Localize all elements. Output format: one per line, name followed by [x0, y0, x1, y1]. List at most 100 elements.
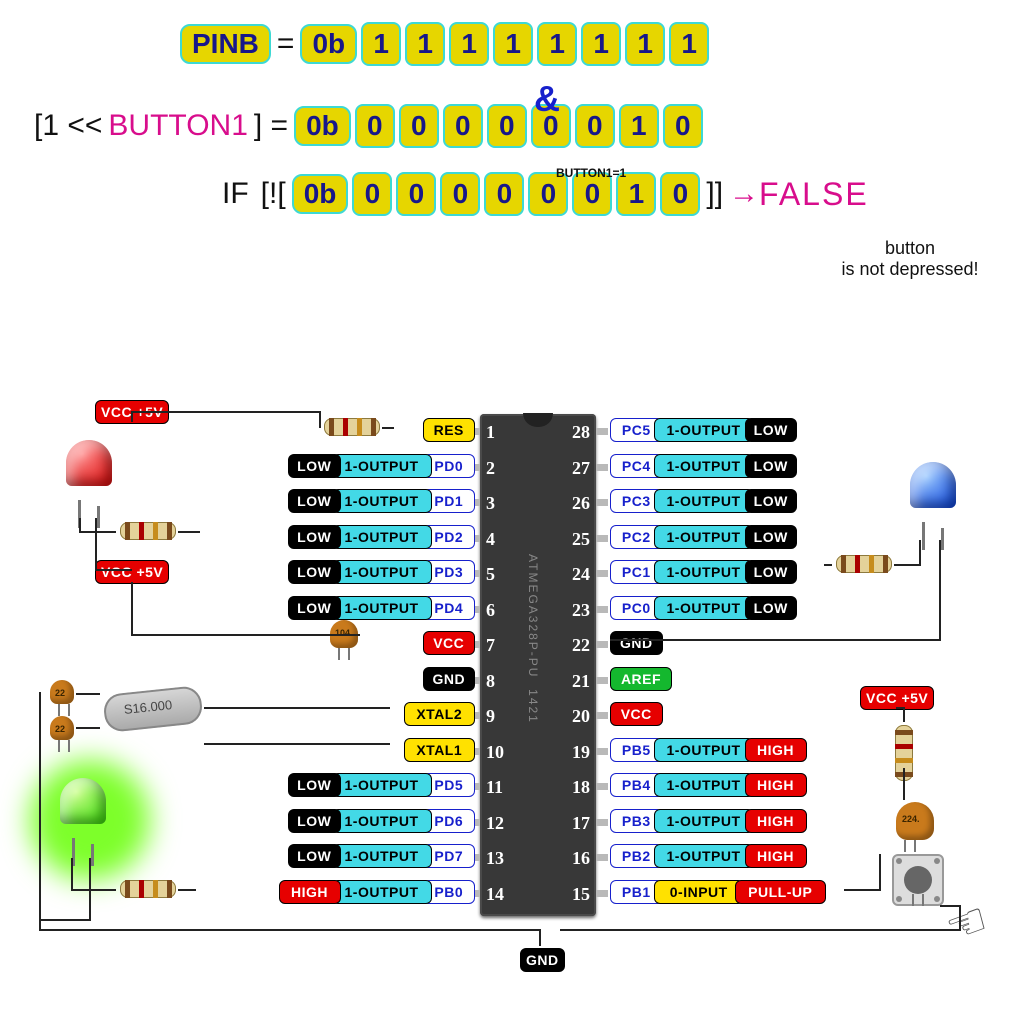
pin2-tag-1-output: 1-OUTPUT: [332, 454, 432, 478]
vcc-rail-top-left: VCC +5V: [95, 400, 169, 424]
led-red: [66, 440, 112, 510]
pin15-tag-pull-up: PULL-UP: [735, 880, 826, 904]
pin18-tag-1-output: 1-OUTPUT: [654, 773, 754, 797]
prefix-0b: 0b: [300, 24, 357, 64]
resistor-blue-led: [836, 555, 892, 573]
bit-cell: 1: [669, 22, 709, 66]
pin24-tag-1-output: 1-OUTPUT: [654, 560, 754, 584]
hand-pointer-icon: ☜: [938, 891, 995, 956]
resistor-reset: [324, 418, 380, 436]
pin21-tag-aref: AREF: [610, 667, 672, 691]
bit-cell: 0: [487, 104, 527, 148]
bit-cell: 0: [399, 104, 439, 148]
pin4-tag-low: LOW: [288, 525, 341, 549]
resistor-green-led: [120, 880, 176, 898]
result-caption: buttonis not depressed!: [820, 238, 1000, 280]
if-close-brackets: ]]: [700, 177, 729, 211]
ic-atmega328p: ATMEGA328P-PU 1421 128227326425524623722…: [480, 414, 596, 916]
pin13-tag-1-output: 1-OUTPUT: [332, 844, 432, 868]
pin12-tag-1-output: 1-OUTPUT: [332, 809, 432, 833]
equals-sign: =: [271, 27, 301, 61]
button1-note: BUTTON1=1: [556, 166, 626, 180]
pin5-tag-low: LOW: [288, 560, 341, 584]
pin13-tag-low: LOW: [288, 844, 341, 868]
pin3-tag-low: LOW: [288, 489, 341, 513]
bit-cell: 0: [396, 172, 436, 216]
pin15-tag-0-input: 0-INPUT: [654, 880, 745, 904]
button1-macro: BUTTON1: [108, 109, 247, 143]
bit-cell: 0: [484, 172, 524, 216]
prefix-0b: 0b: [292, 174, 349, 214]
pin23-tag-low: LOW: [745, 596, 798, 620]
pin16-tag-1-output: 1-OUTPUT: [654, 844, 754, 868]
bit-cell: 1: [625, 22, 665, 66]
bit-cell: 1: [537, 22, 577, 66]
pin10-tag-xtal1: XTAL1: [404, 738, 476, 762]
vcc-rail-right: VCC +5V: [860, 686, 934, 710]
pin27-tag-low: LOW: [745, 454, 798, 478]
pin23-tag-1-output: 1-OUTPUT: [654, 596, 754, 620]
bit-cell: 0: [355, 104, 395, 148]
pinb-register-chip: PINB: [180, 24, 271, 64]
pin5-tag-1-output: 1-OUTPUT: [332, 560, 432, 584]
pin17-tag-1-output: 1-OUTPUT: [654, 809, 754, 833]
pin19-tag-high: HIGH: [745, 738, 807, 762]
bit-cell: 0: [443, 104, 483, 148]
pin12-tag-low: LOW: [288, 809, 341, 833]
bit-cell: 0: [663, 104, 703, 148]
shift-close: ] =: [248, 109, 294, 143]
pin6-tag-low: LOW: [288, 596, 341, 620]
pin3-tag-1-output: 1-OUTPUT: [332, 489, 432, 513]
cap-button-224: 224.: [896, 802, 934, 840]
pin14-tag-high: HIGH: [279, 880, 341, 904]
pin1-tag-res: RES: [423, 418, 476, 442]
led-blue: [910, 462, 956, 532]
pin28-tag-1-output: 1-OUTPUT: [654, 418, 754, 442]
pin20-tag-vcc: VCC: [610, 702, 663, 726]
pin9-tag-xtal2: XTAL2: [404, 702, 476, 726]
if-keyword: IF: [216, 177, 255, 211]
if-open-brackets: [![: [255, 177, 292, 211]
pin18-tag-high: HIGH: [745, 773, 807, 797]
pin25-tag-low: LOW: [745, 525, 798, 549]
schematic-diagram: ATMEGA328P-PU 1421 128227326425524623722…: [0, 410, 1024, 990]
cap-xtal-22-a: 22: [50, 680, 74, 704]
crystal-16mhz: S16.000: [102, 685, 203, 733]
pin11-tag-low: LOW: [288, 773, 341, 797]
cap-decoupling-104: 104: [330, 620, 358, 648]
pin14-tag-1-output: 1-OUTPUT: [332, 880, 432, 904]
pin26-tag-low: LOW: [745, 489, 798, 513]
bit-cell: 0: [575, 104, 615, 148]
pin8-tag-gnd: GND: [423, 667, 476, 691]
pin19-tag-1-output: 1-OUTPUT: [654, 738, 754, 762]
bitmask-code-block: PINB = 0b 11111111 & [1 << BUTTON1 ] = 0…: [0, 20, 1024, 230]
led-green: [60, 778, 106, 848]
bit-cell: 1: [405, 22, 445, 66]
resistor-pullup: [895, 725, 913, 781]
pin7-tag-vcc: VCC: [423, 631, 476, 655]
vcc-rail-mid-left: VCC +5V: [95, 560, 169, 584]
prefix-0b: 0b: [294, 106, 351, 146]
pin17-tag-high: HIGH: [745, 809, 807, 833]
gnd-rail-bottom: GND: [520, 948, 565, 972]
pin2-tag-low: LOW: [288, 454, 341, 478]
bit-cell: 0: [440, 172, 480, 216]
pin27-tag-1-output: 1-OUTPUT: [654, 454, 754, 478]
pin4-tag-1-output: 1-OUTPUT: [332, 525, 432, 549]
pin11-tag-1-output: 1-OUTPUT: [332, 773, 432, 797]
bit-cell: 1: [449, 22, 489, 66]
pin24-tag-low: LOW: [745, 560, 798, 584]
pin16-tag-high: HIGH: [745, 844, 807, 868]
arrow-icon: →: [729, 177, 759, 211]
shift-open: [1 <<: [28, 109, 108, 143]
bit-cell: 1: [361, 22, 401, 66]
cap-xtal-22-b: 22: [50, 716, 74, 740]
bitwise-and-symbol: &: [534, 78, 560, 120]
resistor-red-led: [120, 522, 176, 540]
pin25-tag-1-output: 1-OUTPUT: [654, 525, 754, 549]
pin6-tag-1-output: 1-OUTPUT: [332, 596, 432, 620]
push-button[interactable]: [892, 854, 944, 906]
pin28-tag-low: LOW: [745, 418, 798, 442]
bit-cell: 0: [352, 172, 392, 216]
bit-cell: 1: [581, 22, 621, 66]
